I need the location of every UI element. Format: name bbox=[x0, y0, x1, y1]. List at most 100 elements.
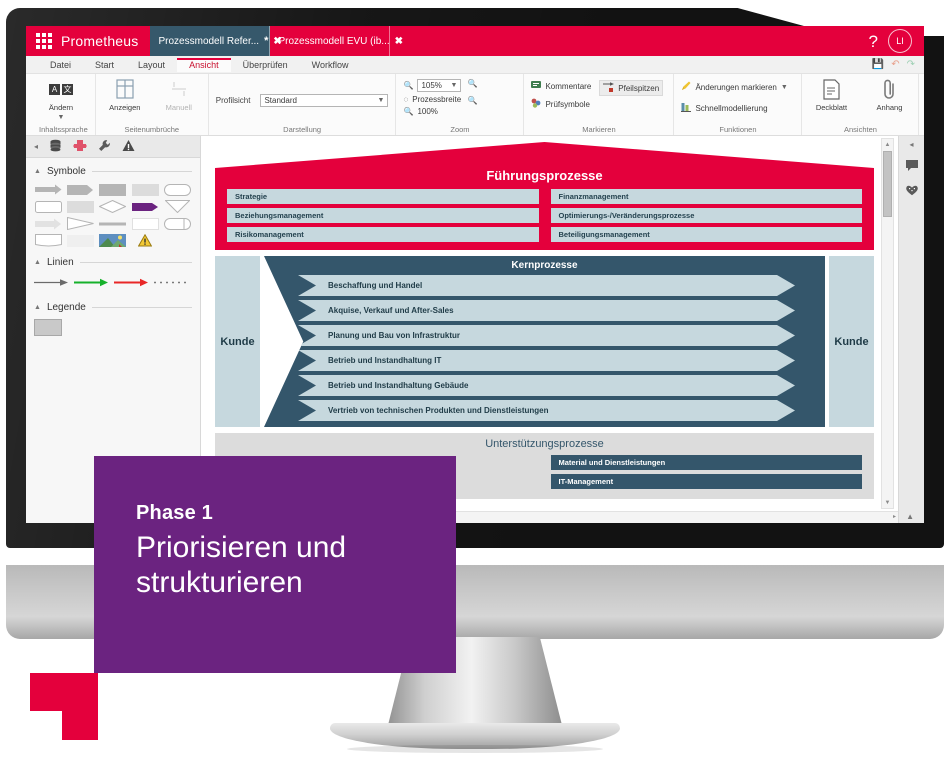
document-tab-2[interactable]: Prozessmodell EVU (ib... ✖ bbox=[270, 26, 403, 56]
toggle-pruefsymbole[interactable]: Prüfsymbole bbox=[531, 98, 591, 110]
support-item[interactable]: IT-Management bbox=[550, 474, 862, 489]
support-title: Unterstützungsprozesse bbox=[485, 438, 604, 450]
favourites-heart-icon[interactable] bbox=[905, 184, 919, 198]
document-tab-2-close-icon[interactable]: ✖ bbox=[395, 36, 403, 47]
leadership-item[interactable]: Risikomanagement bbox=[227, 227, 539, 242]
symbol-rounded-rect[interactable] bbox=[163, 183, 192, 196]
ribbon-tab-ansicht[interactable]: Ansicht bbox=[177, 57, 231, 72]
ribbon-collapse-icon[interactable]: ▲ bbox=[906, 512, 914, 521]
ribbon-tab-ueberpruefen[interactable]: Überprüfen bbox=[231, 58, 300, 72]
zoom-in-magnifier-icon[interactable]: 🔍 bbox=[467, 79, 477, 88]
zoom-level-select[interactable]: 105% ▼ bbox=[417, 79, 462, 92]
chevron-down-icon: ▼ bbox=[377, 97, 385, 104]
section-header-legende[interactable]: ▲ Legende bbox=[34, 302, 192, 313]
symbol-cylinder[interactable] bbox=[163, 217, 192, 230]
comment-bubble-icon[interactable] bbox=[905, 159, 919, 174]
symbol-triangle-down[interactable] bbox=[163, 200, 192, 213]
profilsicht-select[interactable]: Standard ▼ bbox=[260, 94, 389, 107]
puzzle-icon[interactable] bbox=[73, 139, 87, 154]
chevron-down-icon[interactable]: ▼ bbox=[781, 84, 788, 91]
legend-swatch[interactable] bbox=[34, 319, 62, 336]
warning-icon[interactable] bbox=[122, 139, 135, 154]
leadership-item[interactable]: Beziehungsmanagement bbox=[227, 208, 539, 223]
help-icon[interactable]: ? bbox=[869, 33, 878, 50]
symbol-block-arrow[interactable] bbox=[66, 183, 95, 196]
zoom-prozessbreite[interactable]: ◌ Prozessbreite bbox=[403, 95, 461, 104]
support-item[interactable]: Material und Dienstleistungen bbox=[550, 455, 862, 470]
ribbon-tab-layout[interactable]: Layout bbox=[126, 58, 177, 72]
toggle-pfeilspitzen[interactable]: Pfeilspitzen bbox=[599, 80, 664, 96]
section-header-symbole[interactable]: ▲ Symbole bbox=[34, 166, 192, 177]
symbol-purple-arrow[interactable] bbox=[131, 200, 160, 213]
symbol-image-placeholder[interactable] bbox=[98, 234, 127, 247]
core-process-item[interactable]: Planung und Bau von Infrastruktur bbox=[298, 325, 795, 346]
scroll-up-arrow-icon[interactable]: ▲ bbox=[882, 139, 893, 150]
section-header-linien[interactable]: ▲ Linien bbox=[34, 257, 192, 268]
ribbon-tab-start[interactable]: Start bbox=[83, 58, 126, 72]
vertical-scrollbar[interactable]: ▲ ▼ bbox=[881, 138, 894, 509]
symbol-triangle-right[interactable] bbox=[66, 217, 95, 230]
core-process-item[interactable]: Akquise, Verkauf und After-Sales bbox=[298, 300, 795, 321]
left-panel-collapse-icon[interactable]: ◂ bbox=[34, 142, 38, 151]
triangle-up-icon: ▲ bbox=[34, 304, 41, 311]
redo-icon[interactable]: ↷ bbox=[907, 59, 915, 70]
right-rail-collapse-icon[interactable]: ◂ bbox=[909, 140, 913, 149]
symbol-faded-arrow[interactable] bbox=[34, 217, 63, 230]
symbol-grey-rect[interactable] bbox=[66, 200, 95, 213]
symbol-white-rect[interactable] bbox=[131, 217, 160, 230]
line-arrow-red[interactable] bbox=[114, 274, 148, 292]
symbol-filled-rect[interactable] bbox=[98, 183, 127, 196]
button-anhang[interactable]: Anhang bbox=[867, 77, 911, 112]
customer-right: Kunde bbox=[829, 256, 874, 427]
left-panel-section-symbole: ▲ Symbole bbox=[26, 158, 200, 249]
symbol-document[interactable] bbox=[34, 234, 63, 247]
leadership-item[interactable]: Finanzmanagement bbox=[550, 189, 862, 204]
button-anzeigen[interactable]: Anzeigen bbox=[103, 77, 147, 112]
symbol-outline-rect[interactable] bbox=[34, 200, 63, 213]
chevron-down-icon[interactable]: ▼ bbox=[58, 114, 65, 121]
symbol-arrow-right[interactable] bbox=[34, 183, 63, 196]
button-aendern[interactable]: A文 Ändern ▼ bbox=[39, 77, 83, 121]
symbol-diamond[interactable] bbox=[98, 200, 127, 213]
leadership-item[interactable]: Optimierungs-/Veränderungsprozesse bbox=[550, 208, 862, 223]
line-dotted[interactable] bbox=[154, 274, 186, 292]
leadership-item[interactable]: Strategie bbox=[227, 189, 539, 204]
toggle-aenderungen-markieren[interactable]: Änderungen markieren ▼ bbox=[681, 81, 788, 93]
button-manuell[interactable]: Manuell bbox=[157, 77, 201, 112]
vertical-scrollbar-thumb[interactable] bbox=[883, 151, 892, 217]
data-stack-icon[interactable] bbox=[49, 139, 62, 154]
scroll-right-arrow-icon[interactable]: ▸ bbox=[893, 513, 896, 520]
save-icon[interactable]: 💾 bbox=[872, 59, 884, 70]
toggle-kommentare[interactable]: Kommentare bbox=[531, 80, 591, 92]
right-rail: ◂ bbox=[898, 136, 924, 523]
core-process-item[interactable]: Vertrieb von technischen Produkten und D… bbox=[298, 400, 795, 421]
button-deckblatt[interactable]: Deckblatt bbox=[809, 77, 853, 112]
core-process-item[interactable]: Betrieb und Instandhaltung IT bbox=[298, 350, 795, 371]
leadership-item[interactable]: Beteiligungsmanagement bbox=[550, 227, 862, 242]
symbol-warning-triangle[interactable] bbox=[131, 234, 160, 247]
button-deckblatt-label: Deckblatt bbox=[815, 103, 848, 112]
symbol-bar[interactable] bbox=[98, 217, 127, 230]
waffle-grid-icon[interactable] bbox=[36, 33, 52, 49]
button-schnellmodellierung[interactable]: Schnellmodellierung bbox=[681, 102, 787, 114]
chevron-down-icon: ▼ bbox=[450, 82, 458, 89]
core-process-item[interactable]: Betrieb und Instandhaltung Gebäude bbox=[298, 375, 795, 396]
ribbon-group-darstellung-title: Darstellung bbox=[283, 125, 322, 134]
zoom-level-row[interactable]: 🔍 105% ▼ bbox=[403, 79, 462, 92]
avatar[interactable]: LI bbox=[888, 29, 912, 53]
wrench-icon[interactable] bbox=[98, 139, 111, 154]
section-header-symbole-label: Symbole bbox=[46, 166, 86, 177]
line-arrow-green[interactable] bbox=[74, 274, 108, 292]
document-tab-1[interactable]: Prozessmodell Refer... * ✖ bbox=[150, 26, 282, 56]
core-process-item[interactable]: Beschaffung und Handel bbox=[298, 275, 795, 296]
ribbon-tab-datei[interactable]: Datei bbox=[38, 58, 83, 72]
symbol-pale-rect[interactable] bbox=[66, 234, 95, 247]
zoom-out-magnifier-icon[interactable]: 🔍 bbox=[467, 96, 477, 105]
ribbon-tab-workflow[interactable]: Workflow bbox=[300, 58, 361, 72]
scroll-down-arrow-icon[interactable]: ▼ bbox=[882, 497, 893, 508]
symbol-light-rect[interactable] bbox=[131, 183, 160, 196]
line-arrow-grey[interactable] bbox=[34, 274, 68, 292]
divider bbox=[91, 307, 192, 308]
undo-icon[interactable]: ↶ bbox=[891, 59, 899, 70]
zoom-100[interactable]: 🔍 100% bbox=[403, 107, 461, 116]
